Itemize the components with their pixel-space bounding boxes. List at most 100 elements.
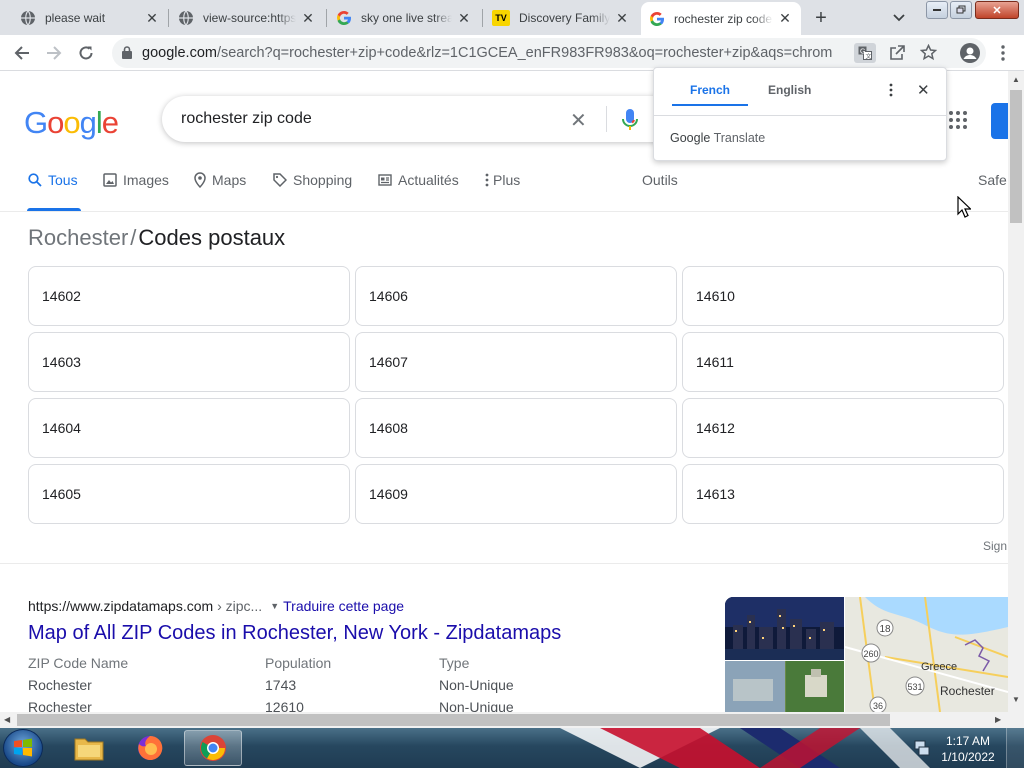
svg-text:Rochester: Rochester xyxy=(940,684,995,698)
image-icon xyxy=(103,173,117,187)
zip-card[interactable]: 14607 xyxy=(355,332,677,392)
zip-card[interactable]: 14604 xyxy=(28,398,350,458)
svg-text:531: 531 xyxy=(907,682,922,692)
result-images[interactable]: 18 260 Greece 531 Rochester 36 xyxy=(725,597,1008,712)
restore-button[interactable] xyxy=(950,1,972,19)
browser-tab-rochester[interactable]: rochester zip code ✕ xyxy=(641,2,801,35)
zip-card[interactable]: 14611 xyxy=(682,332,1004,392)
chrome-icon xyxy=(200,735,226,761)
share-icon[interactable] xyxy=(889,45,905,66)
tab-label: Actualités xyxy=(398,172,459,188)
close-icon[interactable]: ✕ xyxy=(614,10,630,26)
sign-in-button[interactable] xyxy=(991,103,1008,139)
zip-card[interactable]: 14608 xyxy=(355,398,677,458)
tab-actualites[interactable]: Actualités xyxy=(378,172,459,188)
new-tab-button[interactable]: + xyxy=(808,5,834,31)
result-url[interactable]: https://www.zipdatamaps.com xyxy=(28,598,213,614)
translate-icon[interactable]: G文 xyxy=(854,43,876,63)
tab-images[interactable]: Images xyxy=(103,172,169,188)
search-box[interactable]: rochester zip code ✕ xyxy=(162,96,682,142)
vertical-scrollbar[interactable]: ▲ ▼ xyxy=(1008,71,1024,712)
knowledge-panel-title: Rochester/Codes postaux xyxy=(28,225,285,251)
news-icon xyxy=(378,173,392,187)
url-text: google.com/search?q=rochester+zip+code&r… xyxy=(142,45,832,61)
tab-label: Shopping xyxy=(293,172,353,188)
tab-french[interactable]: French xyxy=(690,83,730,97)
scrollbar-thumb[interactable] xyxy=(1010,90,1022,223)
tab-english[interactable]: English xyxy=(768,83,811,97)
park-photo xyxy=(725,661,844,712)
forward-arrow-icon[interactable] xyxy=(41,40,67,66)
topic-text: Codes postaux xyxy=(138,225,286,250)
more-vert-icon[interactable] xyxy=(889,83,893,102)
safe-search-button[interactable]: Safe xyxy=(978,172,1007,188)
tab-shopping[interactable]: Shopping xyxy=(273,172,352,188)
mouse-cursor-icon xyxy=(957,195,972,223)
menu-kebab-icon[interactable] xyxy=(990,40,1016,66)
zip-card[interactable]: 14602 xyxy=(28,266,350,326)
reload-icon[interactable] xyxy=(73,40,99,66)
system-clock[interactable]: 1:17 AM 1/10/2022 xyxy=(938,733,998,765)
table-cell: Rochester xyxy=(28,677,92,693)
search-tabs: Tous Images Maps Shopping Actualités Plu… xyxy=(0,172,1008,194)
firefox-button[interactable] xyxy=(129,731,171,765)
google-logo[interactable]: Google xyxy=(24,105,119,141)
network-tray-icon[interactable] xyxy=(913,739,931,762)
close-icon[interactable]: ✕ xyxy=(456,10,472,26)
more-vert-icon xyxy=(485,173,489,187)
zip-card[interactable]: 14606 xyxy=(355,266,677,326)
lock-icon[interactable] xyxy=(122,46,132,64)
bookmark-star-icon[interactable] xyxy=(919,43,938,66)
browser-tab-view-source[interactable]: view-source:https:// ✕ xyxy=(170,3,324,33)
close-icon[interactable]: ✕ xyxy=(300,10,316,26)
show-desktop-button[interactable] xyxy=(1006,728,1024,768)
scrollbar-thumb[interactable] xyxy=(17,714,890,726)
minimize-button[interactable] xyxy=(926,1,948,19)
google-translate-brand: Google Translate xyxy=(670,131,766,145)
zip-card[interactable]: 14613 xyxy=(682,464,1004,524)
tab-label: Tous xyxy=(48,172,78,188)
result-title-link[interactable]: Map of All ZIP Codes in Rochester, New Y… xyxy=(28,622,561,645)
zip-card[interactable]: 14605 xyxy=(28,464,350,524)
table-cell: Non-Unique xyxy=(439,699,514,712)
start-button[interactable] xyxy=(3,729,43,767)
dropdown-triangle-icon[interactable]: ▼ xyxy=(270,601,279,611)
clear-icon[interactable]: ✕ xyxy=(570,108,587,133)
tab-strip: please wait ✕ view-source:https:// ✕ sky… xyxy=(0,0,1024,35)
tab-search-chevron-icon[interactable] xyxy=(887,6,911,30)
tab-tous[interactable]: Tous xyxy=(28,172,78,188)
tab-plus[interactable]: Plus xyxy=(485,172,520,188)
apps-grid-icon[interactable] xyxy=(949,111,967,134)
chrome-taskbar-button[interactable] xyxy=(184,730,242,766)
translate-page-link[interactable]: Traduire cette page xyxy=(283,598,404,614)
zip-card[interactable]: 14612 xyxy=(682,398,1004,458)
address-bar[interactable]: google.com/search?q=rochester+zip+code&r… xyxy=(112,38,986,68)
place-link[interactable]: Rochester xyxy=(28,225,128,250)
zip-card[interactable]: 14603 xyxy=(28,332,350,392)
zip-card[interactable]: 14610 xyxy=(682,266,1004,326)
close-icon[interactable]: ✕ xyxy=(777,10,793,27)
tools-button[interactable]: Outils xyxy=(642,172,678,188)
browser-tab-discovery[interactable]: TV Discovery Family ✕ xyxy=(484,3,638,33)
sign-link[interactable]: Sign xyxy=(983,539,1007,553)
active-language-indicator xyxy=(672,104,748,106)
tab-title: Discovery Family xyxy=(519,11,610,25)
tab-maps[interactable]: Maps xyxy=(194,172,246,188)
table-cell: 1743 xyxy=(265,677,297,693)
browser-tab-sky-one[interactable]: sky one live stream ✕ xyxy=(328,3,480,33)
zip-card[interactable]: 14609 xyxy=(355,464,677,524)
back-arrow-icon[interactable] xyxy=(9,40,35,66)
window-close-button[interactable]: ✕ xyxy=(975,1,1019,19)
close-icon[interactable]: ✕ xyxy=(144,10,160,26)
table-cell: Rochester xyxy=(28,699,92,712)
translate-popup: French English ✕ Google Translate xyxy=(653,67,947,161)
horizontal-scrollbar[interactable]: ◀ ▶ xyxy=(0,712,1024,728)
file-explorer-button[interactable] xyxy=(68,731,110,765)
table-cell: 12610 xyxy=(265,699,304,712)
profile-icon[interactable] xyxy=(957,40,983,66)
browser-toolbar: google.com/search?q=rochester+zip+code&r… xyxy=(0,35,1024,71)
search-input[interactable]: rochester zip code xyxy=(181,110,312,128)
browser-tab-please-wait[interactable]: please wait ✕ xyxy=(12,3,168,33)
microphone-icon[interactable] xyxy=(622,108,638,137)
close-icon[interactable]: ✕ xyxy=(917,81,930,99)
